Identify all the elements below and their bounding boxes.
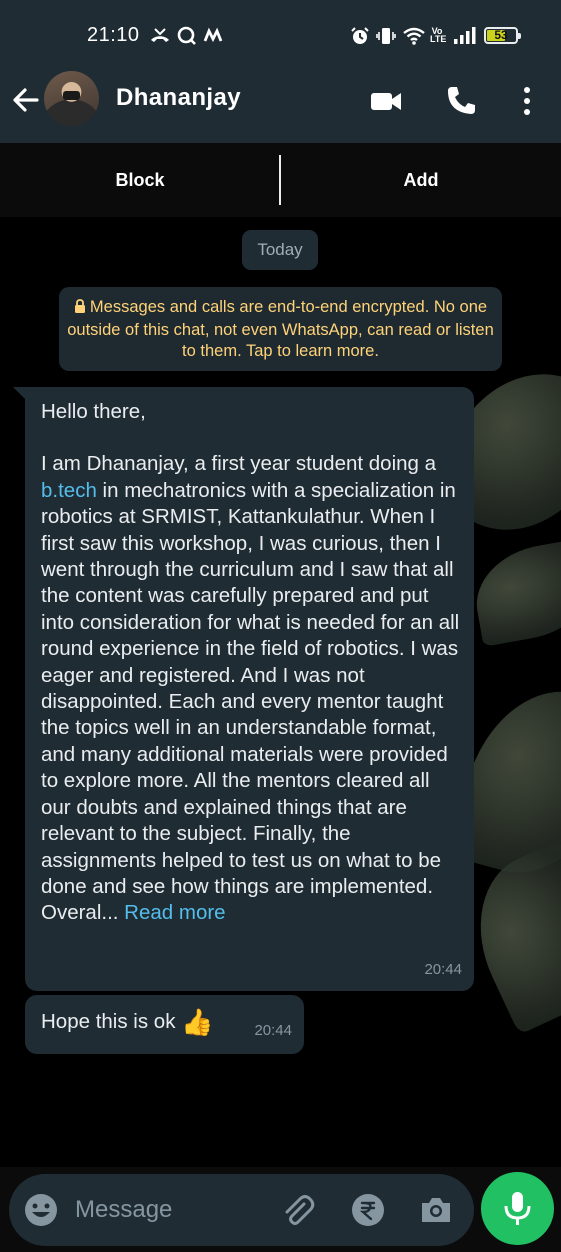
top-bar: 21:10 Vo LTE 53 Dhananjay <box>0 0 561 143</box>
back-arrow-icon[interactable] <box>10 84 42 116</box>
encryption-notice[interactable]: Messages and calls are end-to-end encryp… <box>59 287 502 371</box>
message-text: Hope this is ok <box>41 1010 176 1033</box>
add-contact-button[interactable]: Add <box>281 143 561 217</box>
message-input[interactable]: Message <box>75 1196 172 1224</box>
wifi-icon <box>402 26 426 50</box>
camera-icon[interactable] <box>418 1192 454 1228</box>
thumbs-up-emoji: 👍 <box>181 1007 214 1037</box>
chat-area[interactable]: Today Messages and calls are end-to-end … <box>0 217 561 1167</box>
battery-indicator: 53 <box>484 27 521 44</box>
missed-call-icon <box>149 26 171 50</box>
microphone-icon <box>504 1192 531 1225</box>
m-app-icon <box>203 26 223 50</box>
voice-message-button[interactable] <box>481 1172 554 1245</box>
payment-icon[interactable] <box>350 1192 386 1228</box>
contact-avatar[interactable] <box>44 71 99 126</box>
read-more-link[interactable]: Read more <box>124 901 225 924</box>
chat-header: Dhananjay <box>0 70 561 143</box>
message-link[interactable]: b.tech <box>41 479 97 502</box>
incoming-message[interactable]: Hello there, I am Dhananjay, a first yea… <box>13 387 474 991</box>
voice-call-icon[interactable] <box>444 84 478 118</box>
message-body-text: I am Dhananjay, a first year student doi… <box>41 452 437 476</box>
wallpaper-leaf <box>468 537 561 647</box>
status-bar: 21:10 Vo LTE 53 <box>0 0 561 70</box>
message-body: I am Dhananjay, a first year student doi… <box>41 451 460 926</box>
message-greeting: Hello there, <box>41 400 146 423</box>
emoji-icon[interactable] <box>23 1192 59 1228</box>
incoming-message[interactable]: Hope this is ok 👍 20:44 <box>25 995 304 1054</box>
message-time: 20:44 <box>254 1021 292 1039</box>
encryption-notice-text: Messages and calls are end-to-end encryp… <box>67 298 494 360</box>
message-composer[interactable]: Message <box>9 1174 474 1246</box>
alarm-icon <box>350 26 370 50</box>
status-time: 21:10 <box>87 24 140 46</box>
contact-name[interactable]: Dhananjay <box>116 84 241 112</box>
signal-icon <box>453 26 477 50</box>
battery-percent: 53 <box>494 28 508 42</box>
message-body-text-continued: in mechatronics with a specialization in… <box>41 478 460 925</box>
attach-icon[interactable] <box>280 1192 316 1228</box>
message-time: 20:44 <box>424 960 462 978</box>
date-chip: Today <box>242 230 318 270</box>
unknown-contact-action-bar: Block Add <box>0 143 561 217</box>
volte-label: Vo LTE <box>430 26 447 44</box>
video-call-icon[interactable] <box>369 84 403 118</box>
block-button[interactable]: Block <box>0 143 280 217</box>
more-options-icon[interactable] <box>510 84 544 118</box>
lock-icon <box>74 298 86 320</box>
search-status-icon <box>177 26 197 50</box>
vibrate-icon <box>376 26 396 50</box>
